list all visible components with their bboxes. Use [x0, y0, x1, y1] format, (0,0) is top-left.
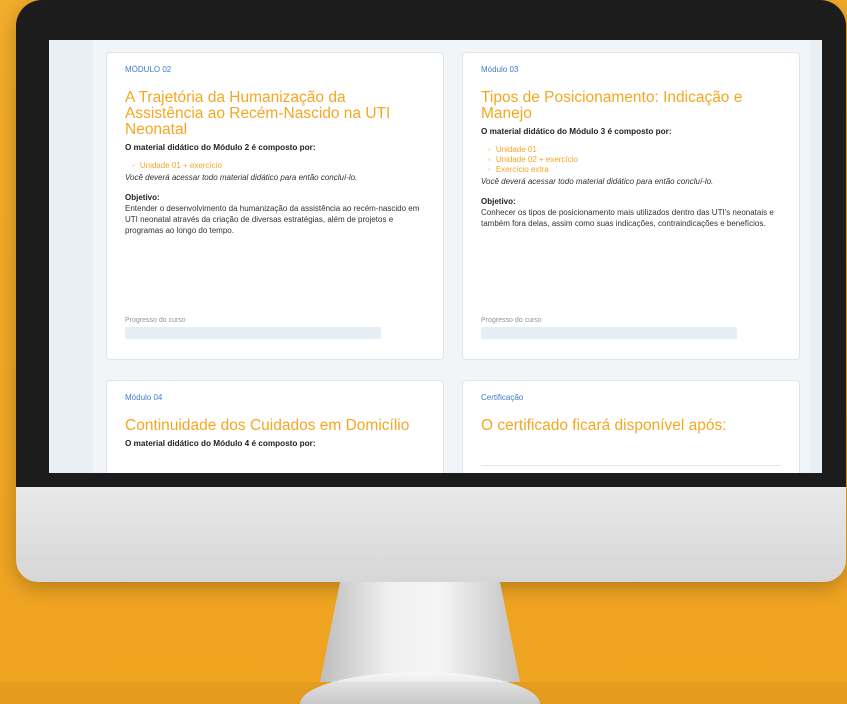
module-card-04[interactable]: Módulo 04 Continuidade dos Cuidados em D… [106, 380, 444, 473]
unit-link[interactable]: Unidade 01 + exercício [132, 161, 425, 171]
unit-link[interactable]: Exercício extra [488, 165, 781, 175]
objective-text: Entender o desenvolvimento da humanizaçã… [125, 204, 420, 235]
progress-label: Progresso do curso [125, 317, 186, 324]
progress-bar [125, 327, 381, 339]
divider [481, 465, 781, 466]
module-label: MÓDULO 02 [125, 65, 172, 74]
module-title[interactable]: Continuidade dos Cuidados em Domicílio [125, 418, 425, 434]
module-title[interactable]: Tipos de Posicionamento: Indicação e Man… [481, 90, 781, 122]
module-intro: O material didático do Módulo 2 é compos… [125, 143, 316, 152]
module-intro: O material didático do Módulo 4 é compos… [125, 439, 316, 448]
module-label: Módulo 03 [481, 65, 519, 74]
module-note: Você deverá acessar todo material didáti… [481, 177, 714, 186]
unit-link[interactable]: Unidade 01 [488, 145, 781, 155]
progress-bar [481, 327, 737, 339]
module-title[interactable]: A Trajetória da Humanização da Assistênc… [125, 90, 425, 138]
monitor: MÓDULO 02 A Trajetória da Humanização da… [16, 0, 846, 582]
objective-heading: Objetivo: [125, 193, 160, 202]
progress-label: Progresso do curso [481, 317, 542, 324]
module-intro: O material didático do Módulo 3 é compos… [481, 127, 672, 136]
objective-heading: Objetivo: [481, 197, 516, 206]
module-label: Módulo 04 [125, 393, 163, 402]
monitor-chin [16, 487, 846, 582]
objective-text: Conhecer os tipos de posicionamento mais… [481, 208, 774, 228]
scrollbar[interactable] [810, 40, 822, 473]
module-card-03[interactable]: Módulo 03 Tipos de Posicionamento: Indic… [462, 52, 800, 360]
unit-link[interactable]: Unidade 02 + exercício [488, 155, 781, 165]
certification-title: O certificado ficará disponível após: [481, 417, 727, 434]
screen-left-margin [49, 40, 93, 473]
screen: MÓDULO 02 A Trajetória da Humanização da… [49, 40, 822, 473]
certification-label: Certificação [481, 393, 524, 402]
certification-card[interactable]: Certificação O certificado ficará dispon… [462, 380, 800, 473]
unit-list: Unidade 01 Unidade 02 + exercício Exercí… [481, 145, 781, 175]
module-note: Você deverá acessar todo material didáti… [125, 173, 358, 182]
unit-list: Unidade 01 + exercício [125, 161, 425, 171]
monitor-stand [320, 582, 520, 682]
desk-shadow [0, 682, 847, 704]
module-card-02[interactable]: MÓDULO 02 A Trajetória da Humanização da… [106, 52, 444, 360]
